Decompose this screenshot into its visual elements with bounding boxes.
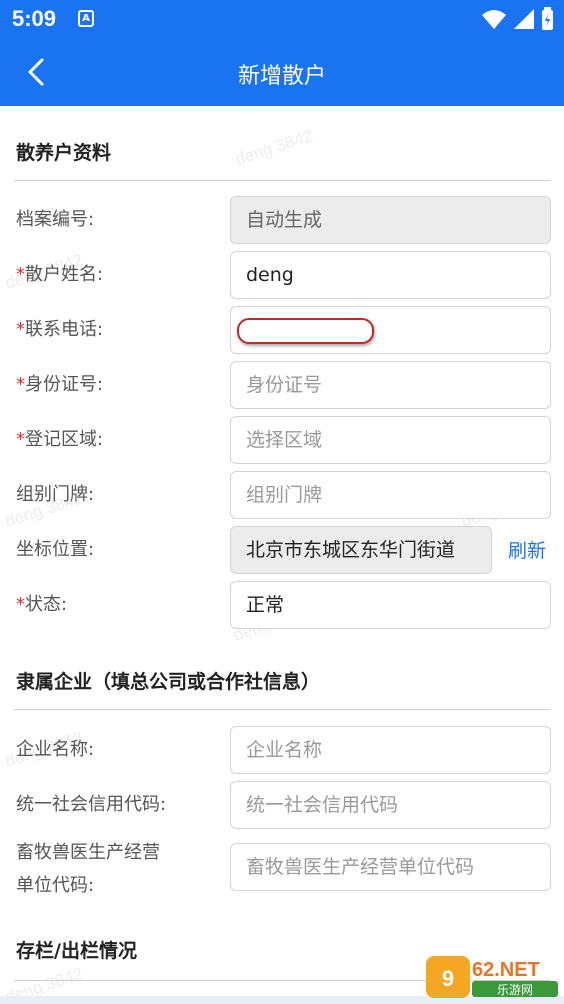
group-door-input[interactable] — [230, 471, 551, 519]
svg-text:62.NET: 62.NET — [472, 959, 540, 981]
label-status: *状态: — [16, 594, 68, 615]
battery-icon — [542, 7, 553, 30]
svg-text:9: 9 — [442, 966, 454, 991]
credit-code-input[interactable] — [230, 781, 551, 829]
label-location: 坐标位置: — [16, 539, 95, 560]
region-select[interactable] — [230, 416, 551, 464]
label-group-door: 组别门牌: — [16, 484, 95, 505]
label-company-name: 企业名称: — [16, 739, 95, 760]
status-select[interactable]: 正常 — [230, 581, 551, 629]
section-title-household: 散养户资料 — [16, 142, 112, 164]
signal-icon — [514, 9, 534, 29]
label-file-number: 档案编号: — [16, 209, 95, 230]
redaction-mark — [237, 318, 374, 344]
required-mark: * — [16, 264, 25, 285]
name-input[interactable] — [230, 251, 551, 299]
notification-icon: A — [78, 10, 94, 27]
site-logo-sub: 乐游网 — [497, 983, 533, 997]
status-time: 5:09 — [12, 6, 57, 31]
required-mark: * — [16, 594, 25, 615]
wifi-icon — [482, 10, 506, 29]
section-title-livestock: 存栏/出栏情况 — [16, 940, 137, 962]
required-mark: * — [16, 374, 25, 395]
file-number-field: 自动生成 — [230, 196, 551, 244]
refresh-button[interactable]: 刷新 — [508, 536, 546, 563]
status-icons — [481, 7, 554, 31]
location-field: 北京市东城区东华门街道 — [230, 526, 492, 574]
required-mark: * — [16, 429, 25, 450]
divider — [14, 709, 550, 710]
label-phone: *联系电话: — [16, 319, 104, 340]
section-title-company: 隶属企业（填总公司或合作社信息） — [16, 671, 321, 693]
company-name-input[interactable] — [230, 726, 551, 774]
nav-bar: 新增散户 — [0, 38, 564, 106]
watermark: deng 3842 — [232, 126, 316, 169]
site-logo: 9 62.NET 乐游网 — [426, 956, 558, 998]
divider — [14, 180, 550, 181]
label-region: *登记区域: — [16, 429, 104, 450]
label-credit-code: 统一社会信用代码: — [16, 794, 167, 815]
page-title: 新增散户 — [237, 64, 326, 89]
label-name: *散户姓名: — [16, 264, 104, 285]
vet-code-input[interactable] — [230, 843, 551, 891]
label-id-number: *身份证号: — [16, 374, 104, 395]
required-mark: * — [16, 319, 25, 340]
status-bar: 5:09 A — [0, 0, 564, 38]
label-vet-code: 畜牧兽医生产经营 单位代码: — [16, 842, 160, 896]
id-number-input[interactable] — [230, 361, 551, 409]
